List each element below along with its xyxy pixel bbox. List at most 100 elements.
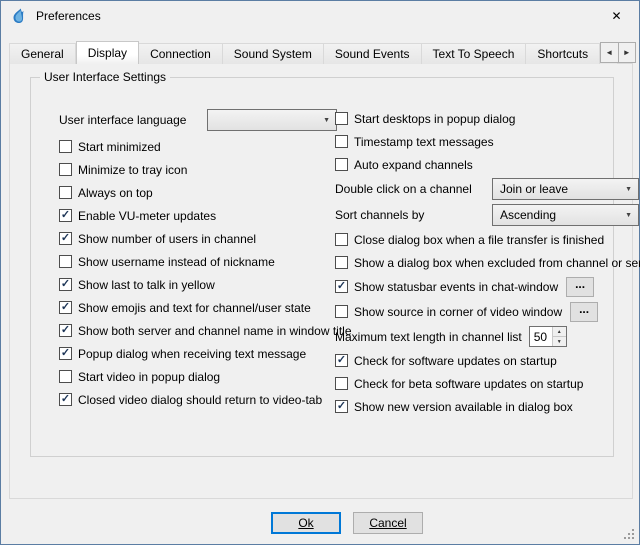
checkbox-box[interactable]: ✓	[59, 393, 72, 406]
arrow-right-icon: ►	[623, 48, 631, 57]
checkbox-label: Start video in popup dialog	[78, 370, 220, 384]
checkbox-new-version-dialog[interactable]: ✓ Show new version available in dialog b…	[335, 395, 639, 418]
checkbox-box[interactable]: ✓	[335, 135, 348, 148]
language-dropdown[interactable]: ▼	[207, 109, 337, 131]
double-click-row: Double click on a channel Join or leave …	[335, 176, 639, 202]
checkbox-label: Enable VU-meter updates	[78, 209, 216, 223]
checkbox-minimize-to-tray[interactable]: ✓ Minimize to tray icon	[59, 158, 339, 181]
checkbox-box[interactable]: ✓	[59, 232, 72, 245]
cancel-button[interactable]: Cancel	[353, 512, 423, 534]
checkbox-statusbar-events[interactable]: ✓ Show statusbar events in chat-window .…	[335, 274, 639, 299]
checkbox-desktops-popup[interactable]: ✓ Start desktops in popup dialog	[335, 107, 639, 130]
tab-scroll-right-button[interactable]: ►	[619, 42, 637, 63]
checkbox-box[interactable]: ✓	[59, 209, 72, 222]
chevron-down-icon: ▼	[323, 117, 330, 124]
checkbox-box[interactable]: ✓	[59, 278, 72, 291]
language-label: User interface language	[59, 113, 199, 127]
checkbox-start-minimized[interactable]: ✓ Start minimized	[59, 135, 339, 158]
video-source-options-button[interactable]: ...	[570, 302, 598, 322]
checkbox-box[interactable]: ✓	[335, 112, 348, 125]
checkbox-beta-updates[interactable]: ✓ Check for beta software updates on sta…	[335, 372, 639, 395]
checkbox-label: Show emojis and text for channel/user st…	[78, 301, 311, 315]
tab-sound-system[interactable]: Sound System	[223, 43, 324, 64]
titlebar[interactable]: Preferences ✕	[1, 1, 639, 31]
checkbox-box[interactable]: ✓	[335, 377, 348, 390]
ok-button[interactable]: Ok	[271, 512, 341, 534]
double-click-label: Double click on a channel	[335, 182, 472, 196]
checkbox-video-popup[interactable]: ✓ Start video in popup dialog	[59, 365, 339, 388]
checkbox-show-user-count[interactable]: ✓ Show number of users in channel	[59, 227, 339, 250]
checkbox-box[interactable]: ✓	[59, 347, 72, 360]
checkbox-window-title[interactable]: ✓ Show both server and channel name in w…	[59, 319, 339, 342]
checkbox-label: Show last to talk in yellow	[78, 278, 215, 292]
tab-scroll-left-button[interactable]: ◄	[600, 42, 619, 63]
max-text-length-spinner[interactable]: 50 ▲ ▼	[529, 326, 567, 347]
checkbox-box[interactable]: ✓	[59, 186, 72, 199]
statusbar-events-options-button[interactable]: ...	[566, 277, 594, 297]
tab-connection[interactable]: Connection	[139, 43, 223, 64]
checkbox-label: Show username instead of nickname	[78, 255, 275, 269]
checkbox-closed-video-return[interactable]: ✓ Closed video dialog should return to v…	[59, 388, 339, 411]
spin-up-button[interactable]: ▲	[553, 327, 566, 337]
checkbox-box[interactable]: ✓	[59, 140, 72, 153]
spin-down-button[interactable]: ▼	[553, 337, 566, 346]
checkbox-video-source-corner[interactable]: ✓ Show source in corner of video window …	[335, 299, 639, 324]
check-icon: ✓	[337, 355, 346, 366]
double-click-value: Join or leave	[500, 182, 568, 196]
checkbox-box[interactable]: ✓	[59, 324, 72, 337]
checkbox-box[interactable]: ✓	[335, 280, 348, 293]
checkbox-always-on-top[interactable]: ✓ Always on top	[59, 181, 339, 204]
checkbox-label: Check for beta software updates on start…	[354, 377, 583, 391]
sort-channels-value: Ascending	[500, 208, 556, 222]
group-title: User Interface Settings	[40, 70, 170, 84]
checkbox-timestamp[interactable]: ✓ Timestamp text messages	[335, 130, 639, 153]
check-icon: ✓	[61, 233, 70, 244]
checkbox-box[interactable]: ✓	[59, 301, 72, 314]
check-icon: ✓	[61, 302, 70, 313]
tab-sound-events[interactable]: Sound Events	[324, 43, 422, 64]
checkbox-box[interactable]: ✓	[335, 305, 348, 318]
sort-channels-dropdown[interactable]: Ascending ▼	[492, 204, 639, 226]
arrow-up-icon: ▲	[557, 329, 562, 335]
checkbox-box[interactable]: ✓	[335, 233, 348, 246]
user-interface-settings-group: User Interface Settings User interface l…	[30, 77, 614, 457]
check-icon: ✓	[61, 394, 70, 405]
checkbox-auto-expand[interactable]: ✓ Auto expand channels	[335, 153, 639, 176]
checkbox-excluded-dialog[interactable]: ✓ Show a dialog box when excluded from c…	[335, 251, 639, 274]
window-title: Preferences	[36, 9, 101, 23]
checkbox-label: Closed video dialog should return to vid…	[78, 393, 322, 407]
tab-text-to-speech[interactable]: Text To Speech	[422, 43, 527, 64]
checkbox-popup-text-message[interactable]: ✓ Popup dialog when receiving text messa…	[59, 342, 339, 365]
ellipsis-icon: ...	[575, 278, 585, 290]
left-column: User interface language ▼ ✓ Start minimi…	[59, 107, 339, 411]
tab-page-display: User Interface Settings User interface l…	[9, 63, 633, 499]
checkbox-check-updates[interactable]: ✓ Check for software updates on startup	[335, 349, 639, 372]
checkbox-box[interactable]: ✓	[59, 370, 72, 383]
close-button[interactable]: ✕	[594, 1, 639, 30]
checkbox-box[interactable]: ✓	[335, 158, 348, 171]
arrow-down-icon: ▼	[557, 339, 562, 345]
checkbox-show-username[interactable]: ✓ Show username instead of nickname	[59, 250, 339, 273]
resize-grip[interactable]	[624, 529, 636, 541]
tab-shortcuts[interactable]: Shortcuts	[526, 43, 600, 64]
app-icon	[10, 8, 27, 25]
checkbox-label: Always on top	[78, 186, 153, 200]
checkbox-close-on-transfer[interactable]: ✓ Close dialog box when a file transfer …	[335, 228, 639, 251]
checkbox-last-talk-yellow[interactable]: ✓ Show last to talk in yellow	[59, 273, 339, 296]
double-click-dropdown[interactable]: Join or leave ▼	[492, 178, 639, 200]
tab-display[interactable]: Display	[76, 41, 139, 64]
tab-general[interactable]: General	[9, 43, 76, 64]
checkbox-label: Check for software updates on startup	[354, 354, 557, 368]
checkbox-box[interactable]: ✓	[335, 256, 348, 269]
checkbox-box[interactable]: ✓	[59, 163, 72, 176]
checkbox-vu-meter[interactable]: ✓ Enable VU-meter updates	[59, 204, 339, 227]
checkbox-box[interactable]: ✓	[59, 255, 72, 268]
close-icon: ✕	[611, 9, 621, 23]
checkbox-label: Show a dialog box when excluded from cha…	[354, 256, 640, 270]
checkbox-label: Show source in corner of video window	[354, 305, 562, 319]
checkbox-box[interactable]: ✓	[335, 400, 348, 413]
chevron-down-icon: ▼	[625, 186, 632, 193]
checkbox-emojis[interactable]: ✓ Show emojis and text for channel/user …	[59, 296, 339, 319]
checkbox-box[interactable]: ✓	[335, 354, 348, 367]
chevron-down-icon: ▼	[625, 212, 632, 219]
